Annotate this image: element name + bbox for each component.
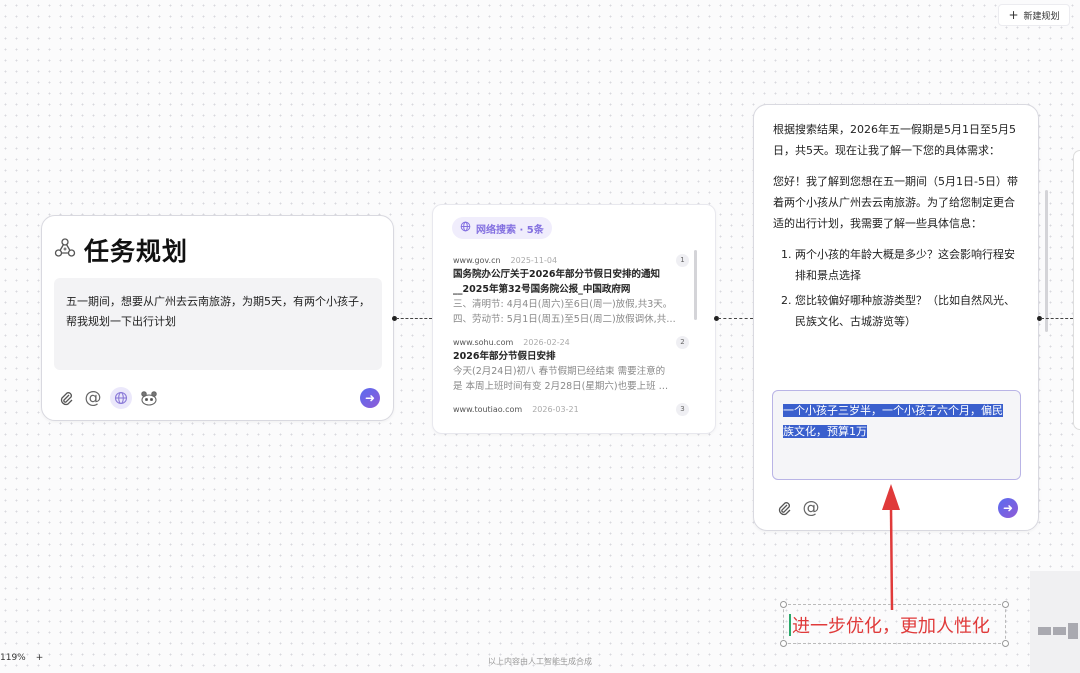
web-search-badge[interactable]: 网络搜索 · 5条 <box>452 217 552 239</box>
task-plan-title: 任务规划 <box>84 237 189 266</box>
globe-icon <box>460 221 471 235</box>
plus-icon: + <box>1008 8 1019 22</box>
arrow-right-icon: ➜ <box>1002 501 1014 515</box>
globe-icon[interactable] <box>110 387 132 409</box>
assistant-message: 根据搜索结果，2026年五一假期是5月1日至5月5日，共5天。现在让我了解一下您… <box>773 119 1023 336</box>
annotation-arrow <box>882 484 900 611</box>
resize-handle[interactable] <box>780 640 787 647</box>
annotation-text[interactable]: 进一步优化，更加人性化 <box>792 612 990 638</box>
result-snippet: 今天(2月24日)初八 春节假期已经结束 需要注意的 <box>453 366 666 377</box>
search-result[interactable]: www.toutiao.com 2026-03-21 3 <box>453 402 689 416</box>
ai-disclaimer: 以上内容由人工智能生成合成 <box>488 657 592 666</box>
search-result[interactable]: www.gov.cn 2025-11-04 1 国务院办公厅关于2026年部分节… <box>453 253 689 327</box>
result-snippet: 四、劳动节: 5月1日(周五)至5日(周二)放假调休,共… <box>453 314 676 325</box>
selected-reply-text: 一个小孩子三岁半，一个小孩子六个月，偏民族文化，预算1万 <box>783 404 1003 438</box>
question-item: 两个小孩的年龄大概是多少？这会影响行程安排和景点选择 <box>795 244 1023 286</box>
message-paragraph: 您好！我了解到您想在五一期间（5月1日-5日）带着两个小孩从广州去云南旅游。为了… <box>773 175 1018 230</box>
connector-line <box>718 318 753 319</box>
new-plan-button[interactable]: + 新建规划 <box>998 4 1070 26</box>
send-button[interactable]: ➜ <box>998 498 1018 518</box>
prompt-text[interactable]: 五一期间，想要从广州去云南旅游，为期5天，有两个小孩子，帮我规划一下出行计划 <box>54 278 382 370</box>
reply-input[interactable]: 一个小孩子三岁半，一个小孩子六个月，偏民族文化，预算1万 <box>772 390 1021 480</box>
question-list: 两个小孩的年龄大概是多少？这会影响行程安排和景点选择 您比较偏好哪种旅游类型？（… <box>773 244 1023 332</box>
result-source: www.toutiao.com <box>453 404 523 414</box>
result-number: 2 <box>676 335 689 349</box>
result-title[interactable]: 2026年部分节假日安排 <box>453 349 689 364</box>
new-plan-label: 新建规划 <box>1023 11 1060 22</box>
result-snippet: 是 本周上班时间有变 2月28日(星期六)也要上班 … <box>453 381 669 392</box>
result-date: 2026-02-24 <box>523 337 570 347</box>
chat-toolbar: @ <box>774 498 821 518</box>
panda-icon[interactable] <box>139 388 159 408</box>
at-icon[interactable]: @ <box>801 498 821 518</box>
task-plan-header: 任务规划 <box>54 232 188 268</box>
result-snippet: 三、清明节: 4月4日(周六)至6日(周一)放假,共3天。 <box>453 299 673 310</box>
chat-scrollbar[interactable] <box>1045 190 1048 332</box>
task-plan-card: 任务规划 五一期间，想要从广州去云南旅游，为期5天，有两个小孩子，帮我规划一下出… <box>41 215 394 421</box>
paperclip-icon[interactable] <box>774 498 794 518</box>
chat-card: 根据搜索结果，2026年五一假期是5月1日至5月5日，共5天。现在让我了解一下您… <box>753 104 1039 531</box>
message-paragraph: 根据搜索结果，2026年五一假期是5月1日至5月5日，共5天。现在让我了解一下您… <box>773 123 1016 157</box>
result-source: www.sohu.com <box>453 337 514 347</box>
result-date: 2025-11-04 <box>510 255 558 265</box>
search-results-list: www.gov.cn 2025-11-04 1 国务院办公厅关于2026年部分节… <box>453 253 689 424</box>
paperclip-icon[interactable] <box>56 388 76 408</box>
results-scrollbar[interactable] <box>694 250 697 320</box>
search-result[interactable]: www.sohu.com 2026-02-24 2 2026年部分节假日安排 今… <box>453 335 689 394</box>
plan-nodes-icon <box>54 237 76 263</box>
resize-handle[interactable] <box>780 601 787 608</box>
task-toolbar: @ <box>56 387 159 409</box>
web-search-label: 网络搜索 · 5条 <box>476 224 544 236</box>
at-icon[interactable]: @ <box>83 388 103 408</box>
result-title[interactable]: 国务院办公厅关于2026年部分节假日安排的通知__2025年第32号国务院公报_… <box>453 267 689 297</box>
arrow-right-icon: ➜ <box>364 391 376 405</box>
result-number: 1 <box>676 253 689 267</box>
result-date: 2026-03-21 <box>532 404 579 414</box>
result-source: www.gov.cn <box>453 255 501 265</box>
question-item: 您比较偏好哪种旅游类型？（比如自然风光、民族文化、古城游览等） <box>795 290 1023 332</box>
send-button[interactable]: ➜ <box>360 388 380 408</box>
next-card-edge <box>1073 150 1080 430</box>
resize-handle[interactable] <box>1002 601 1009 608</box>
text-cursor <box>789 614 791 636</box>
result-number: 3 <box>676 402 689 416</box>
connector-line <box>1041 318 1073 319</box>
search-results-card: 网络搜索 · 5条 www.gov.cn 2025-11-04 1 国务院办公厅… <box>432 204 716 434</box>
resize-handle[interactable] <box>1002 640 1009 647</box>
connector-line <box>396 318 432 319</box>
